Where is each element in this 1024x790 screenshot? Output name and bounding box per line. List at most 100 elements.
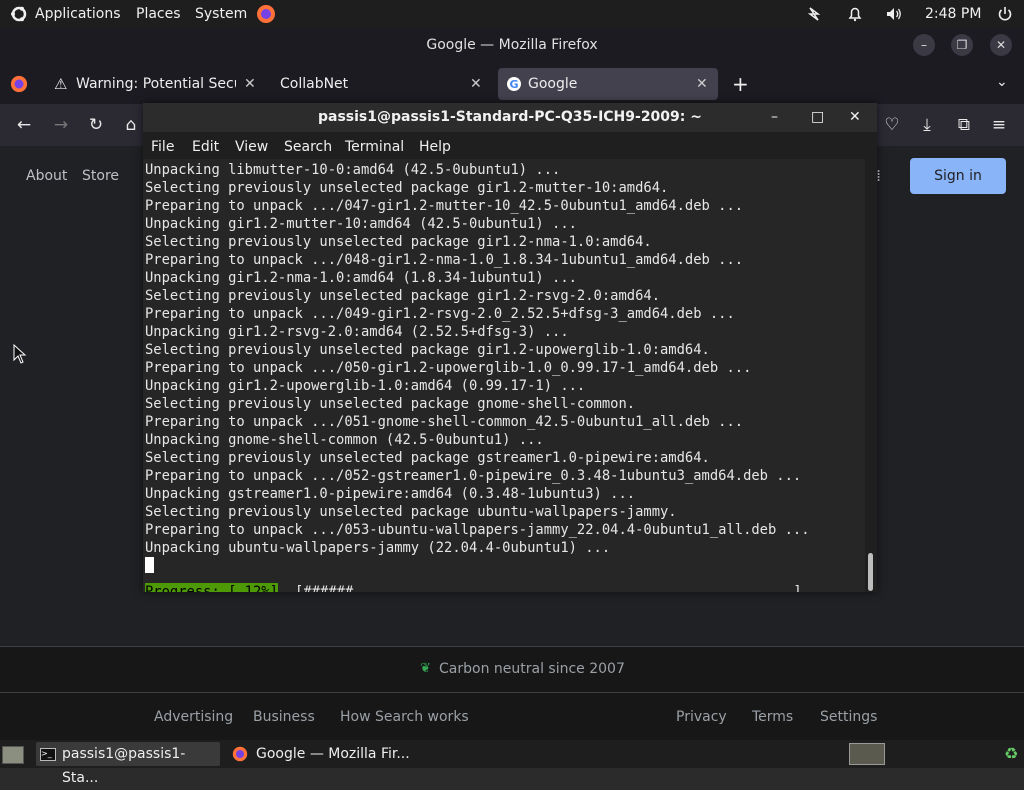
task-terminal-label: passis1@passis1-Sta...: [62, 746, 186, 786]
bottom-taskbar: >_ passis1@passis1-Sta... Google — Mozil…: [0, 740, 1024, 786]
terminal-menubar: File Edit View Search Terminal Help: [143, 132, 877, 159]
terminal-menu-terminal[interactable]: Terminal: [345, 132, 404, 162]
terminal-line: Unpacking gstreamer1.0-pipewire:amd64 (0…: [145, 486, 636, 502]
firefox-window-title: Google — Mozilla Firefox: [426, 37, 598, 53]
ubuntu-logo-icon[interactable]: [9, 4, 29, 24]
terminal-line: Unpacking ubuntu-wallpapers-jammy (22.04…: [145, 540, 611, 556]
tab-google-label: Google: [528, 76, 578, 92]
reload-icon[interactable]: ↻: [85, 114, 107, 136]
terminal-line: Unpacking gir1.2-rsvg-2.0:amd64 (2.52.5+…: [145, 324, 569, 340]
terminal-line: Unpacking gir1.2-upowerglib-1.0:amd64 (0…: [145, 378, 586, 394]
tab-collabnet[interactable]: CollabNet ✕: [270, 68, 492, 100]
privacy-link[interactable]: Privacy: [676, 709, 727, 725]
terminal-line: Preparing to unpack .../047-gir1.2-mutte…: [145, 198, 744, 214]
volume-icon[interactable]: [884, 4, 904, 24]
trash-icon[interactable]: ♻: [1004, 744, 1018, 763]
advertising-link[interactable]: Advertising: [154, 709, 233, 725]
progress-label: Progress: [ 12%]: [145, 583, 278, 592]
terminal-minimize-button[interactable]: –: [771, 103, 778, 132]
firefox-maximize-button[interactable]: ❐: [951, 34, 973, 56]
leaf-icon: ❦: [420, 661, 431, 676]
tab-close-icon[interactable]: ✕: [244, 68, 256, 100]
top-panel: Applications Places System 2:48 PM: [0, 0, 1024, 28]
pocket-icon[interactable]: ♡: [881, 114, 903, 136]
terminal-menu-edit[interactable]: Edit: [192, 132, 219, 162]
list-all-tabs-chevron-icon[interactable]: ⌄: [996, 74, 1008, 90]
menu-applications[interactable]: Applications: [35, 0, 121, 28]
tab-close-icon[interactable]: ✕: [696, 68, 708, 100]
firefox-launcher-icon[interactable]: [256, 4, 276, 24]
notification-bell-icon[interactable]: [845, 4, 865, 24]
terminal-line: Preparing to unpack .../053-ubuntu-wallp…: [145, 522, 810, 538]
about-link[interactable]: About: [26, 168, 67, 184]
terminal-line: Preparing to unpack .../050-gir1.2-upowe…: [145, 360, 752, 376]
home-icon[interactable]: ⌂: [120, 114, 142, 136]
carbon-neutral-text: Carbon neutral since 2007: [439, 661, 625, 677]
terminal-menu-view[interactable]: View: [235, 132, 268, 162]
terminal-line: Preparing to unpack .../048-gir1.2-nma-1…: [145, 252, 744, 268]
terminal-line: Selecting previously unselected package …: [145, 288, 660, 304]
settings-link[interactable]: Settings: [820, 709, 877, 725]
terminal-line: Selecting previously unselected package …: [145, 180, 669, 196]
tab-warning-label: Warning: Potential Securi: [76, 76, 236, 92]
menu-places[interactable]: Places: [136, 0, 181, 28]
downloads-icon[interactable]: ⤓: [916, 114, 938, 136]
progress-bar-text: [######.................................…: [295, 584, 802, 592]
business-link[interactable]: Business: [253, 709, 315, 725]
terminal-task-icon: >_: [40, 748, 56, 761]
terminal-scrollbar[interactable]: [868, 553, 873, 591]
workspace-switcher[interactable]: [849, 743, 885, 765]
terminal-line: Selecting previously unselected package …: [145, 234, 652, 250]
footer-links: Advertising Business How Search works Pr…: [0, 692, 1024, 741]
menu-system[interactable]: System: [195, 0, 247, 28]
terminal-line: Selecting previously unselected package …: [145, 504, 677, 520]
terminal-menu-file[interactable]: File: [151, 132, 174, 162]
terminal-menu-help[interactable]: Help: [419, 132, 451, 162]
sign-in-button[interactable]: Sign in: [910, 158, 1006, 194]
terminal-titlebar[interactable]: passis1@passis1-Standard-PC-Q35-ICH9-200…: [143, 103, 877, 132]
terminal-cursor: [145, 557, 154, 573]
terminal-line: Preparing to unpack .../052-gstreamer1.0…: [145, 468, 802, 484]
terminal-maximize-button[interactable]: □: [811, 103, 824, 132]
terminal-output[interactable]: Unpacking libmutter-10-0:amd64 (42.5-0ub…: [143, 159, 865, 592]
firefox-view-icon[interactable]: [10, 75, 28, 93]
terminal-line: Unpacking gnome-shell-common (42.5-0ubun…: [145, 432, 544, 448]
power-icon[interactable]: [995, 4, 1015, 24]
new-tab-plus-icon[interactable]: +: [732, 72, 749, 96]
terminal-close-button[interactable]: ✕: [849, 103, 861, 132]
firefox-titlebar[interactable]: Google — Mozilla Firefox – ❐ ✕: [0, 28, 1024, 62]
terminal-line: Selecting previously unselected package …: [145, 396, 636, 412]
how-search-works-link[interactable]: How Search works: [340, 709, 469, 725]
terminal-title: passis1@passis1-Standard-PC-Q35-ICH9-200…: [317, 109, 702, 125]
terminal-line: Preparing to unpack .../049-gir1.2-rsvg-…: [145, 306, 735, 322]
extensions-icon[interactable]: ⧉: [953, 114, 975, 136]
terms-link[interactable]: Terms: [752, 709, 793, 725]
task-terminal[interactable]: >_ passis1@passis1-Sta...: [36, 742, 220, 786]
svg-text:G: G: [509, 78, 518, 91]
task-firefox[interactable]: Google — Mozilla Fir...: [230, 742, 420, 766]
show-desktop-icon[interactable]: [2, 746, 24, 764]
footer-carbon: ❦ Carbon neutral since 2007: [0, 646, 1024, 693]
task-firefox-label: Google — Mozilla Fir...: [256, 746, 410, 762]
google-favicon-icon: G: [507, 77, 521, 91]
terminal-line: Preparing to unpack .../051-gnome-shell-…: [145, 414, 744, 430]
tab-collabnet-label: CollabNet: [280, 76, 349, 92]
warning-icon: ⚠: [54, 75, 68, 93]
firefox-minimize-button[interactable]: –: [913, 34, 935, 56]
firefox-close-button[interactable]: ✕: [990, 34, 1012, 56]
terminal-line: Unpacking gir1.2-nma-1.0:amd64 (1.8.34-1…: [145, 270, 577, 286]
network-icon[interactable]: [804, 4, 824, 24]
store-link[interactable]: Store: [82, 168, 119, 184]
terminal-line: Unpacking libmutter-10-0:amd64 (42.5-0ub…: [145, 162, 561, 178]
hamburger-menu-icon[interactable]: ≡: [988, 114, 1010, 136]
forward-arrow-icon[interactable]: →: [50, 114, 72, 136]
terminal-line: Selecting previously unselected package …: [145, 342, 710, 358]
terminal-menu-search[interactable]: Search: [284, 132, 332, 162]
tab-warning[interactable]: ⚠ Warning: Potential Securi ✕: [46, 68, 262, 100]
back-arrow-icon[interactable]: ←: [13, 114, 35, 136]
tab-close-icon[interactable]: ✕: [470, 68, 482, 100]
terminal-line: Selecting previously unselected package …: [145, 450, 710, 466]
clock[interactable]: 2:48 PM: [925, 0, 981, 28]
tab-google[interactable]: G Google ✕: [498, 68, 718, 100]
firefox-task-icon: [232, 746, 248, 762]
